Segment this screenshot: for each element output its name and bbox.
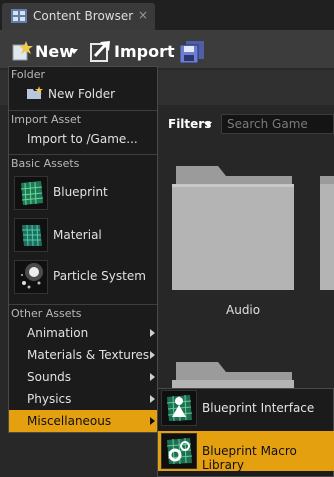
- menu-divider: [9, 154, 157, 155]
- menu-item-blueprint[interactable]: Blueprint: [53, 185, 108, 199]
- blueprint-macro-library-thumbnail: [161, 433, 197, 469]
- menu-item-physics[interactable]: Physics: [27, 392, 71, 406]
- chevron-right-icon: [150, 351, 155, 359]
- blueprint-icon: [20, 181, 44, 206]
- menu-item-materials-textures[interactable]: Materials & Textures: [27, 348, 149, 362]
- folder-caption: Audio: [226, 303, 261, 317]
- save-icon[interactable]: [180, 41, 204, 63]
- submenu-item-blueprint-macro-library[interactable]: Blueprint Macro Library: [202, 444, 334, 472]
- submenu-item-blueprint-interface[interactable]: Blueprint Interface: [202, 401, 314, 415]
- tab-title: Content Browser: [33, 9, 134, 23]
- chevron-down-icon[interactable]: [70, 49, 78, 54]
- close-icon[interactable]: ×: [138, 8, 148, 22]
- import-button[interactable]: Import: [114, 42, 175, 61]
- folder-icon[interactable]: [170, 160, 296, 292]
- content-browser-icon: [11, 9, 27, 23]
- folder-icon[interactable]: [170, 358, 296, 388]
- menu-item-material[interactable]: Material: [53, 228, 102, 242]
- menu-item-miscellaneous[interactable]: Miscellaneous: [27, 414, 111, 428]
- menu-divider: [9, 110, 157, 111]
- tab-content-browser[interactable]: Content Browser ×: [2, 3, 155, 30]
- blueprint-macro-library-icon: [166, 437, 193, 465]
- import-icon: [90, 41, 110, 62]
- particle-system-thumbnail: [14, 260, 48, 294]
- blueprint-interface-thumbnail: [161, 390, 197, 426]
- menu-item-new-folder[interactable]: New Folder: [48, 87, 115, 101]
- menu-item-particle-system[interactable]: Particle System: [53, 269, 146, 283]
- chevron-down-icon[interactable]: [204, 122, 212, 127]
- menu-item-import-to-game[interactable]: Import to /Game...: [27, 132, 138, 146]
- new-asset-icon: [12, 41, 33, 61]
- menu-item-sounds[interactable]: Sounds: [27, 370, 71, 384]
- menu-divider: [9, 304, 157, 305]
- chevron-right-icon: [150, 395, 155, 403]
- chevron-right-icon: [150, 329, 155, 337]
- material-thumbnail: [14, 218, 48, 252]
- menu-section-basic-assets: Basic Assets: [11, 157, 80, 170]
- search-input[interactable]: Search Game: [221, 114, 334, 134]
- menu-section-import: Import Asset: [11, 113, 82, 126]
- material-icon: [22, 224, 42, 247]
- chevron-right-icon: [150, 373, 155, 381]
- menu-section-other-assets: Other Assets: [11, 307, 82, 320]
- menu-section-folder: Folder: [11, 68, 45, 81]
- new-folder-icon: [27, 86, 43, 99]
- blueprint-interface-icon: [166, 394, 193, 422]
- particle-system-icon: [21, 263, 43, 289]
- blueprint-thumbnail: [14, 176, 48, 210]
- chevron-right-icon: [150, 417, 155, 425]
- new-button[interactable]: New: [35, 42, 74, 61]
- folder-icon[interactable]: [320, 160, 334, 292]
- menu-item-animation[interactable]: Animation: [27, 326, 88, 340]
